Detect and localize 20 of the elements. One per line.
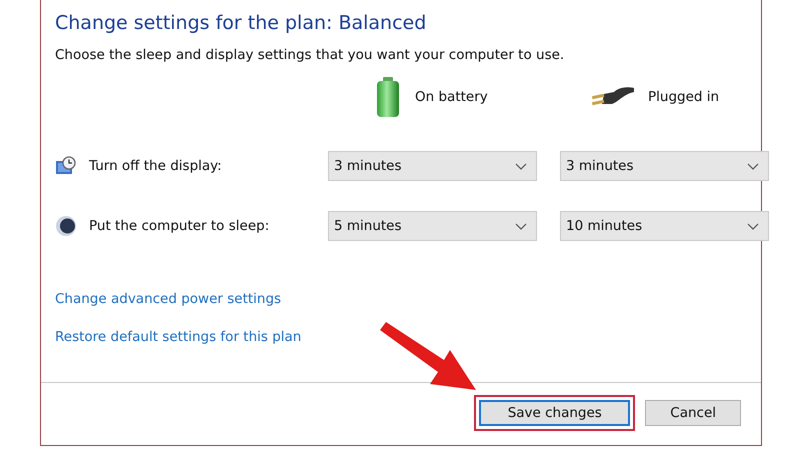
link[interactable]: Restore default settings for this plan — [55, 329, 302, 345]
chevron-down-icon — [747, 222, 759, 230]
chevron-down-icon — [515, 222, 527, 230]
setting-label: Turn off the display: — [89, 158, 222, 174]
monitor-clock-icon — [55, 156, 77, 176]
link[interactable]: Change advanced power settings — [55, 291, 282, 307]
column-label: Plugged in — [648, 89, 720, 105]
dropdown[interactable]: 5 minutes — [328, 211, 537, 241]
dialog-button[interactable]: Cancel — [645, 400, 741, 426]
dropdown[interactable]: 3 minutes — [328, 151, 537, 181]
chevron-down-icon — [515, 162, 527, 170]
setting-label: Put the computer to sleep: — [89, 218, 270, 234]
moon-icon — [55, 215, 77, 237]
dropdown[interactable]: 3 minutes — [560, 151, 769, 181]
dropdown[interactable]: 10 minutes — [560, 211, 769, 241]
column-label: On battery — [415, 89, 488, 105]
page-title: Change settings for the plan: Balanced — [55, 12, 428, 34]
description: Choose the sleep and display settings that you want your computer to use. — [55, 47, 566, 63]
chevron-down-icon — [747, 162, 759, 170]
dialog-button[interactable]: Save changes — [479, 400, 630, 426]
